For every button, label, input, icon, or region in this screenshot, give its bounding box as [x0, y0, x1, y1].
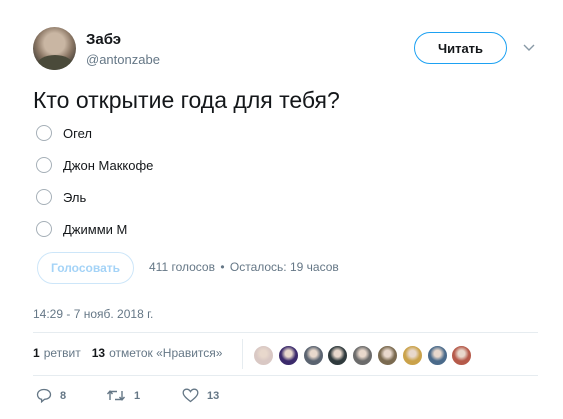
heart-icon	[182, 388, 199, 403]
poll-option[interactable]: Джимми М	[36, 220, 127, 238]
retweets-stat[interactable]: 1 ретвит	[33, 346, 81, 360]
radio-button[interactable]	[36, 189, 52, 205]
radio-button[interactable]	[36, 157, 52, 173]
poll-option[interactable]: Джон Маккофе	[36, 156, 153, 174]
poll-option-label: Джон Маккофе	[63, 157, 154, 173]
retweet-action[interactable]: 1	[106, 388, 140, 403]
reply-icon	[36, 388, 52, 403]
likes-count: 13	[91, 346, 106, 360]
liker-avatar[interactable]	[277, 345, 299, 366]
poll-option[interactable]: Огел	[36, 124, 92, 142]
tweet-text: Кто открытие года для тебя?	[33, 87, 340, 113]
tweet-timestamp[interactable]: 14:29 - 7 нояб. 2018 г.	[33, 307, 153, 321]
liker-avatar[interactable]	[376, 345, 398, 366]
liker-avatar[interactable]	[451, 345, 473, 366]
retweet-count: 1	[134, 389, 141, 402]
vote-count: 411 голосов	[149, 260, 215, 274]
liker-avatars	[253, 345, 476, 366]
divider	[33, 332, 538, 333]
liker-avatar[interactable]	[253, 345, 274, 366]
like-action[interactable]: 13	[182, 388, 219, 403]
meta-separator: •	[220, 260, 225, 274]
liker-avatar[interactable]	[327, 345, 349, 366]
avatar[interactable]	[33, 27, 76, 70]
liker-avatar[interactable]	[401, 345, 423, 366]
poll-meta: 411 голосов • Осталось: 19 часов	[149, 260, 339, 274]
like-count: 13	[207, 389, 220, 402]
poll-option[interactable]: Эль	[36, 188, 86, 206]
divider	[33, 375, 538, 376]
retweets-count: 1	[33, 346, 40, 360]
liker-avatar[interactable]	[302, 345, 324, 366]
stats-separator	[242, 339, 243, 369]
reply-action[interactable]: 8	[36, 388, 66, 403]
follow-button[interactable]: Читать	[414, 32, 507, 64]
retweet-icon	[106, 390, 126, 401]
poll-option-label: Огел	[63, 125, 92, 141]
chevron-down-icon[interactable]	[521, 40, 537, 54]
reply-count: 8	[60, 389, 67, 402]
poll-option-label: Эль	[63, 189, 87, 205]
tweet-stats: 1 ретвит 13 отметок «Нравится»	[33, 346, 233, 360]
vote-button[interactable]: Голосовать	[37, 252, 134, 284]
radio-button[interactable]	[36, 221, 52, 237]
likes-label: отметок «Нравится»	[109, 346, 223, 360]
author-handle[interactable]: @antonzabe	[86, 52, 160, 67]
time-left: Осталось: 19 часов	[229, 260, 339, 274]
radio-button[interactable]	[36, 125, 52, 141]
liker-avatar[interactable]	[426, 345, 448, 366]
liker-avatar[interactable]	[352, 345, 374, 366]
retweets-label: ретвит	[43, 346, 81, 360]
likes-stat[interactable]: 13 отметок «Нравится»	[92, 346, 223, 360]
author-name[interactable]: Забэ	[86, 31, 121, 48]
poll-option-label: Джимми М	[63, 221, 128, 237]
